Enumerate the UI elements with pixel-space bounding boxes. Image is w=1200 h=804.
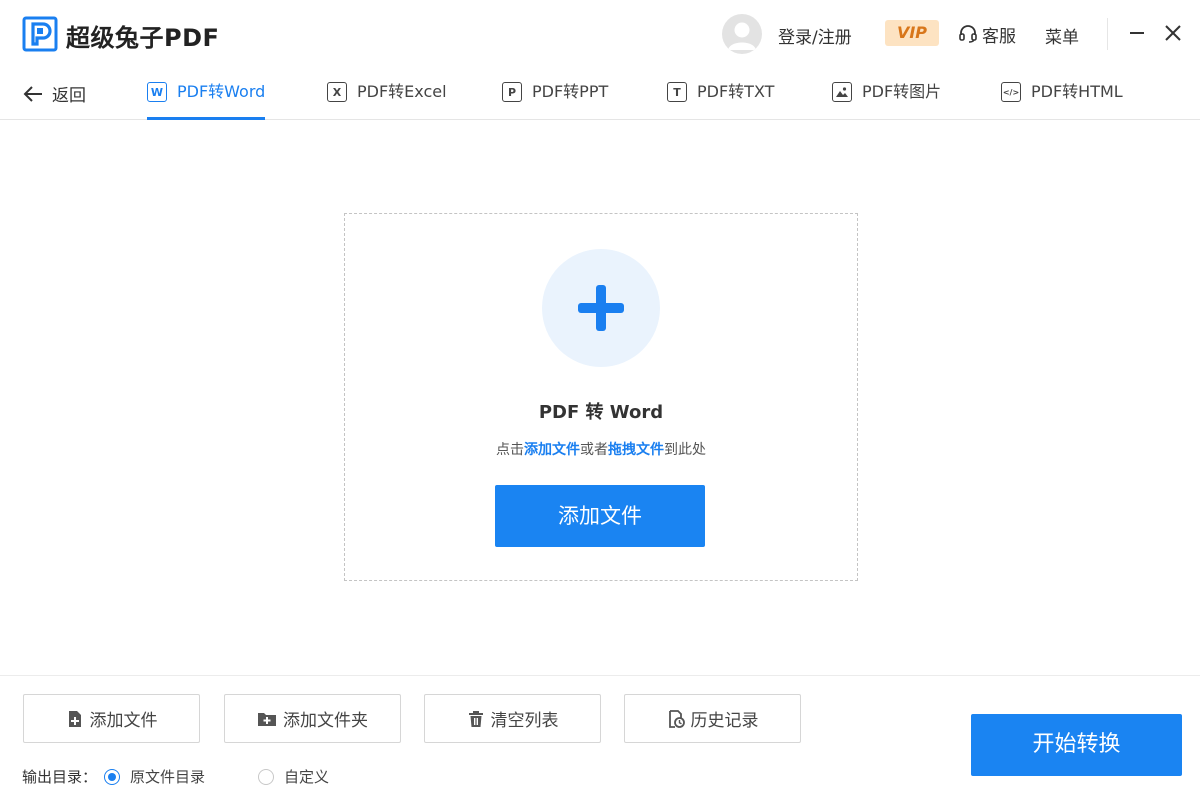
image-icon bbox=[832, 82, 852, 102]
excel-icon: X bbox=[327, 82, 347, 102]
conversion-tab-bar: 返回 W PDF转Word X PDF转Excel P PDF转PPT T PD… bbox=[0, 68, 1200, 120]
file-drop-zone[interactable]: PDF 转 Word 点击添加文件或者拖拽文件到此处 添加文件 bbox=[344, 213, 858, 581]
output-directory-label: 输出目录： bbox=[22, 768, 98, 786]
customer-service-label: 客服 bbox=[982, 26, 1016, 47]
tab-pdf-to-html[interactable]: </> PDF转HTML bbox=[1001, 81, 1123, 120]
folder-add-icon bbox=[258, 712, 276, 726]
customer-service-button[interactable]: 客服 bbox=[958, 22, 1016, 47]
close-icon bbox=[1165, 25, 1181, 41]
hint-middle: 或者 bbox=[580, 442, 608, 458]
title-bar-divider bbox=[1107, 18, 1108, 50]
arrow-left-icon bbox=[23, 85, 42, 102]
add-file-toolbar-button[interactable]: 添加文件 bbox=[23, 694, 200, 743]
clear-list-button[interactable]: 清空列表 bbox=[424, 694, 601, 743]
txt-icon: T bbox=[667, 82, 687, 102]
output-original-dir-radio[interactable]: 原文件目录 bbox=[104, 766, 205, 787]
hint-add-file-link[interactable]: 添加文件 bbox=[524, 442, 580, 458]
clear-list-label: 清空列表 bbox=[490, 711, 559, 731]
radio-label: 原文件目录 bbox=[130, 768, 206, 786]
avatar[interactable] bbox=[722, 14, 762, 54]
radio-indicator bbox=[104, 768, 120, 785]
file-add-icon bbox=[68, 710, 81, 727]
tab-pdf-to-word[interactable]: W PDF转Word bbox=[147, 81, 266, 120]
add-file-label: 添加文件 bbox=[89, 711, 158, 731]
tab-label: PDF转Excel bbox=[357, 82, 447, 101]
tab-label: PDF转HTML bbox=[1031, 82, 1123, 101]
app-logo-icon bbox=[22, 16, 58, 52]
add-file-plus-button[interactable] bbox=[542, 249, 660, 367]
back-button[interactable]: 返回 bbox=[22, 81, 86, 106]
app-title: 超级兔子PDF bbox=[66, 24, 220, 52]
minimize-button[interactable] bbox=[1124, 20, 1150, 46]
tab-label: PDF转TXT bbox=[697, 82, 775, 101]
bottom-divider bbox=[0, 675, 1200, 676]
tab-pdf-to-image[interactable]: PDF转图片 bbox=[832, 81, 941, 120]
hint-prefix: 点击 bbox=[496, 442, 524, 458]
add-folder-label: 添加文件夹 bbox=[283, 711, 368, 731]
tab-pdf-to-txt[interactable]: T PDF转TXT bbox=[667, 81, 774, 120]
add-folder-button[interactable]: 添加文件夹 bbox=[224, 694, 401, 743]
user-avatar-icon bbox=[728, 22, 756, 50]
drop-zone-hint: 点击添加文件或者拖拽文件到此处 bbox=[345, 439, 857, 459]
output-custom-dir-radio[interactable]: 自定义 bbox=[258, 766, 329, 787]
start-conversion-button[interactable]: 开始转换 bbox=[971, 714, 1182, 776]
radio-label: 自定义 bbox=[284, 768, 330, 786]
headset-icon bbox=[959, 25, 977, 43]
plus-icon bbox=[578, 285, 624, 331]
ppt-icon: P bbox=[502, 82, 522, 102]
hint-drag-file: 拖拽文件 bbox=[608, 442, 664, 458]
back-label: 返回 bbox=[52, 86, 86, 106]
tab-label: PDF转PPT bbox=[532, 82, 609, 101]
vip-badge[interactable]: VIP bbox=[885, 20, 939, 46]
minimize-icon bbox=[1130, 32, 1144, 34]
trash-icon bbox=[468, 710, 483, 727]
history-icon bbox=[668, 709, 685, 728]
title-bar: 超级兔子PDF 登录/注册 VIP 客服 菜单 bbox=[0, 0, 1200, 68]
image-glyph bbox=[836, 87, 848, 97]
hint-suffix: 到此处 bbox=[664, 442, 706, 458]
close-button[interactable] bbox=[1160, 20, 1186, 46]
menu-button[interactable]: 菜单 bbox=[1045, 23, 1079, 48]
html-icon: </> bbox=[1001, 82, 1021, 102]
radio-indicator bbox=[258, 768, 274, 785]
drop-zone-title: PDF 转 Word bbox=[538, 402, 664, 423]
tab-label: PDF转Word bbox=[177, 82, 266, 101]
history-button[interactable]: 历史记录 bbox=[624, 694, 801, 743]
tab-pdf-to-ppt[interactable]: P PDF转PPT bbox=[502, 81, 608, 120]
login-register-link[interactable]: 登录/注册 bbox=[778, 23, 852, 48]
tab-label: PDF转图片 bbox=[862, 82, 942, 101]
history-label: 历史记录 bbox=[690, 711, 759, 731]
tab-pdf-to-excel[interactable]: X PDF转Excel bbox=[327, 81, 447, 120]
word-icon: W bbox=[147, 82, 167, 102]
add-file-button[interactable]: 添加文件 bbox=[495, 485, 705, 547]
